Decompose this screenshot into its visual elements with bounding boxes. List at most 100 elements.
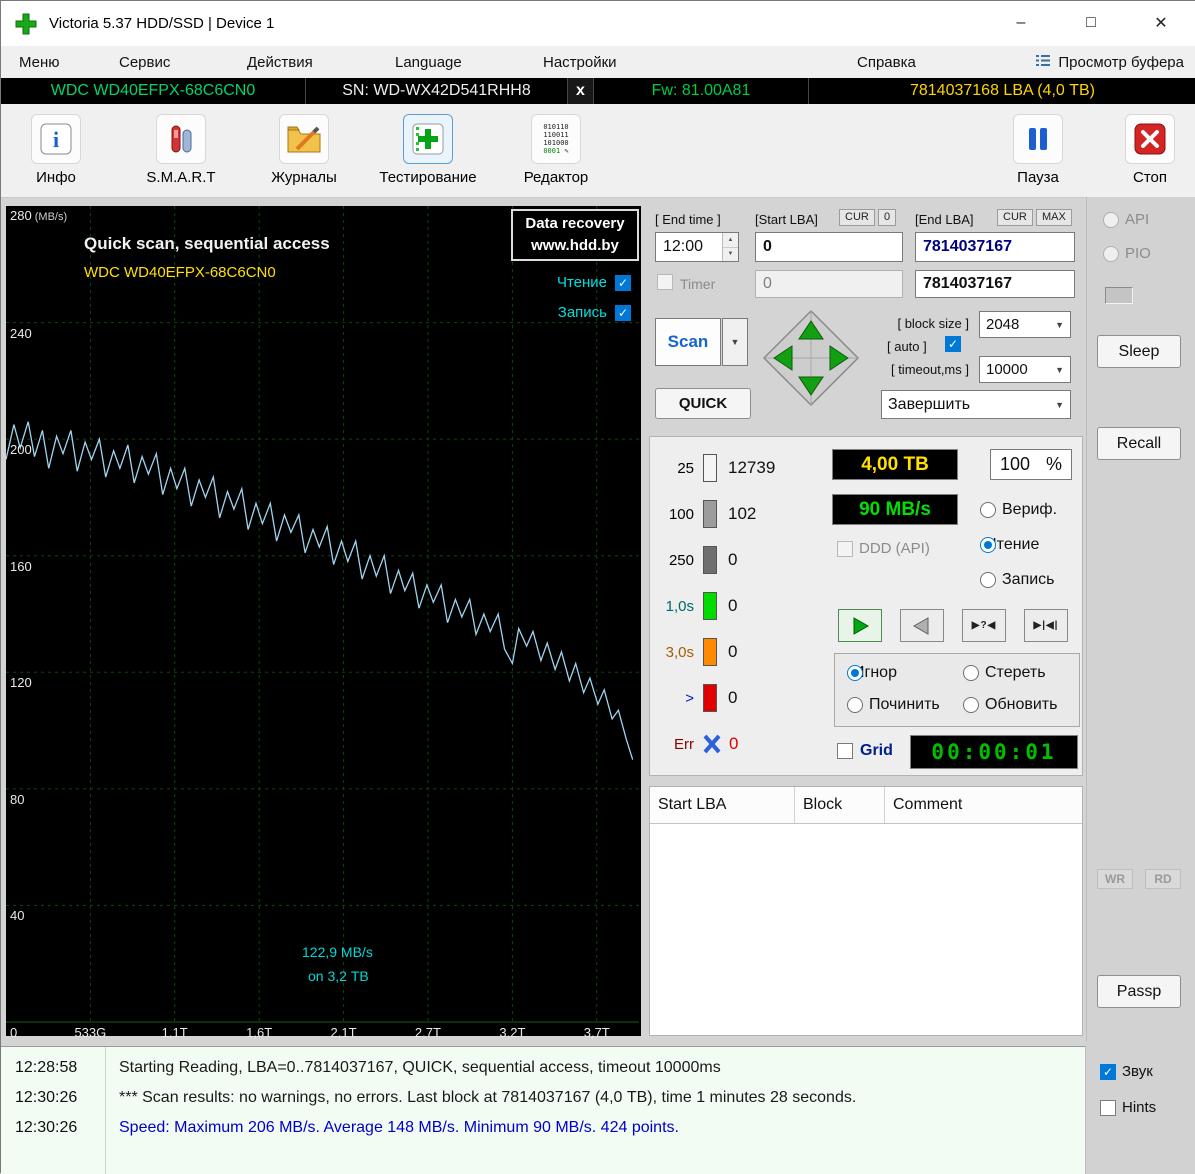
timer-end-input[interactable]: 7814037167: [915, 270, 1075, 298]
status-indicator-box: [1105, 287, 1133, 304]
sound-option[interactable]: Звук: [1100, 1063, 1153, 1080]
start-lba-cur-button[interactable]: CUR: [839, 209, 875, 226]
scan-dropdown-button[interactable]: ▼: [722, 318, 748, 366]
end-lba-max-button[interactable]: MAX: [1036, 209, 1072, 226]
quick-button[interactable]: QUICK: [655, 388, 751, 419]
close-button[interactable]: ✕: [1126, 1, 1195, 45]
editor-label: Редактор: [524, 169, 589, 186]
log-timestamp: 12:30:26: [15, 1119, 77, 1137]
speed-display: 90 MB/s: [832, 494, 958, 525]
watermark-line: Data recovery: [525, 213, 624, 235]
recall-button[interactable]: Recall: [1097, 427, 1181, 460]
ddd-api-option[interactable]: DDD (API): [837, 540, 930, 557]
buffer-view-label: Просмотр буфера: [1058, 54, 1184, 71]
grid-option[interactable]: Grid: [837, 742, 893, 760]
spin-up-button[interactable]: ▲: [723, 233, 738, 248]
action-option-2[interactable]: Починить: [847, 696, 940, 714]
maximize-button[interactable]: □: [1056, 1, 1126, 45]
end-lba-input[interactable]: 7814037167: [915, 232, 1075, 262]
stat-label: 3,0s: [654, 644, 694, 661]
hints-checkbox[interactable]: [1100, 1100, 1116, 1116]
timeout-value: 10000: [986, 361, 1028, 378]
stat-color-block: [703, 684, 717, 712]
x-axis-label: 3,2T: [499, 1025, 525, 1040]
after-action-select[interactable]: Завершить ▼: [881, 390, 1071, 419]
reverse-scan-button[interactable]: [900, 609, 944, 642]
pause-label: Пауза: [1017, 169, 1059, 186]
pio-radio[interactable]: [1103, 246, 1119, 262]
y-axis-label: 240: [10, 326, 32, 341]
mode-option-2[interactable]: Запись: [980, 571, 1055, 589]
info-button[interactable]: i Инфо: [1, 114, 111, 186]
timer-checkbox[interactable]: [657, 274, 673, 290]
stat-color-block: [703, 546, 717, 574]
watermark-line: www.hdd.by: [531, 235, 619, 257]
x-axis-label: 1,1T: [162, 1025, 188, 1040]
legend-item-1[interactable]: Запись: [558, 304, 631, 321]
journals-folder-icon: [279, 114, 329, 164]
rd-button[interactable]: RD: [1145, 869, 1181, 889]
menu-item-2[interactable]: Действия: [241, 46, 319, 78]
grid-checkbox[interactable]: [837, 743, 853, 759]
jog-pad[interactable]: [761, 308, 861, 413]
menu-item-1[interactable]: Сервис: [113, 46, 176, 78]
progress-percent: 100: [1000, 454, 1030, 475]
stop-button[interactable]: Стоп: [1095, 114, 1195, 186]
error-x-icon: [702, 732, 722, 756]
after-action-value: Завершить: [888, 396, 970, 414]
journals-button[interactable]: Журналы: [249, 114, 359, 186]
graph-subtitle: WDC WD40EFPX-68C6CN0: [84, 264, 276, 281]
api-radio[interactable]: [1103, 212, 1119, 228]
mode-option-1[interactable]: Чтение: [980, 536, 1039, 554]
block-size-label: [ block size ]: [871, 316, 969, 331]
api-mode-option[interactable]: API: [1103, 211, 1149, 228]
seek-error-button[interactable]: ▶?◀: [962, 609, 1006, 642]
hints-option[interactable]: Hints: [1100, 1099, 1156, 1116]
scan-stats-panel: 251273910010225001,0s03,0s0>0Err0 4,00 Т…: [649, 436, 1083, 776]
buffer-view-button[interactable]: Просмотр буфера: [1036, 46, 1184, 78]
menu-item-5[interactable]: Справка: [851, 46, 922, 78]
device-info-bar: WDC WD40EFPX-68C6CN0 SN: WD-WX42D541RHH8…: [1, 78, 1195, 104]
stop-icon: [1125, 114, 1175, 164]
seek-edges-button[interactable]: ▶|◀|: [1024, 609, 1068, 642]
stat-row-2: 2500: [654, 537, 824, 583]
action-option-0[interactable]: Игнор: [847, 664, 897, 682]
radio-icon: [847, 665, 863, 681]
pio-mode-option[interactable]: PIO: [1103, 245, 1151, 262]
action-option-1[interactable]: Стереть: [963, 664, 1046, 682]
smart-label: S.M.A.R.T: [146, 169, 215, 186]
end-time-spinner[interactable]: 12:00 ▲ ▼: [655, 232, 739, 262]
action-option-3[interactable]: Обновить: [963, 696, 1057, 714]
end-lba-cur-button[interactable]: CUR: [997, 209, 1033, 226]
ddd-checkbox[interactable]: [837, 541, 853, 557]
menu-item-0[interactable]: Меню: [13, 46, 66, 78]
spin-down-button[interactable]: ▼: [723, 248, 738, 262]
scan-button[interactable]: Scan: [655, 318, 721, 366]
sound-checkbox[interactable]: [1100, 1064, 1116, 1080]
auto-checkbox[interactable]: [945, 336, 961, 352]
sleep-button[interactable]: Sleep: [1097, 335, 1181, 368]
defect-action-group: Игнор Стереть Починить Обновить: [834, 653, 1080, 727]
x-axis-label: 533G: [74, 1025, 106, 1040]
start-lba-input[interactable]: 0: [755, 232, 903, 262]
editor-button[interactable]: 0101101100111010000001 ✎ Редактор: [501, 114, 611, 186]
mode-option-0[interactable]: Вериф.: [980, 501, 1057, 519]
legend-checkbox[interactable]: [615, 275, 631, 291]
block-size-select[interactable]: 2048 ▼: [979, 311, 1071, 338]
menu-item-4[interactable]: Настройки: [537, 46, 623, 78]
hints-label: Hints: [1122, 1099, 1156, 1116]
menu-item-3[interactable]: Language: [389, 46, 468, 78]
timeout-select[interactable]: 10000 ▼: [979, 356, 1071, 383]
device-bar-close-button[interactable]: x: [568, 78, 594, 104]
svg-text:i: i: [53, 127, 59, 152]
start-scan-button[interactable]: [838, 609, 882, 642]
legend-item-0[interactable]: Чтение: [557, 274, 631, 291]
legend-checkbox[interactable]: [615, 305, 631, 321]
testing-button[interactable]: Тестирование: [373, 114, 483, 186]
wr-button[interactable]: WR: [1097, 869, 1133, 889]
smart-button[interactable]: S.M.A.R.T: [126, 114, 236, 186]
passp-button[interactable]: Passp: [1097, 975, 1181, 1008]
minimize-button[interactable]: –: [986, 1, 1056, 45]
pause-button[interactable]: Пауза: [983, 114, 1093, 186]
log-timestamp: 12:28:58: [15, 1059, 77, 1077]
